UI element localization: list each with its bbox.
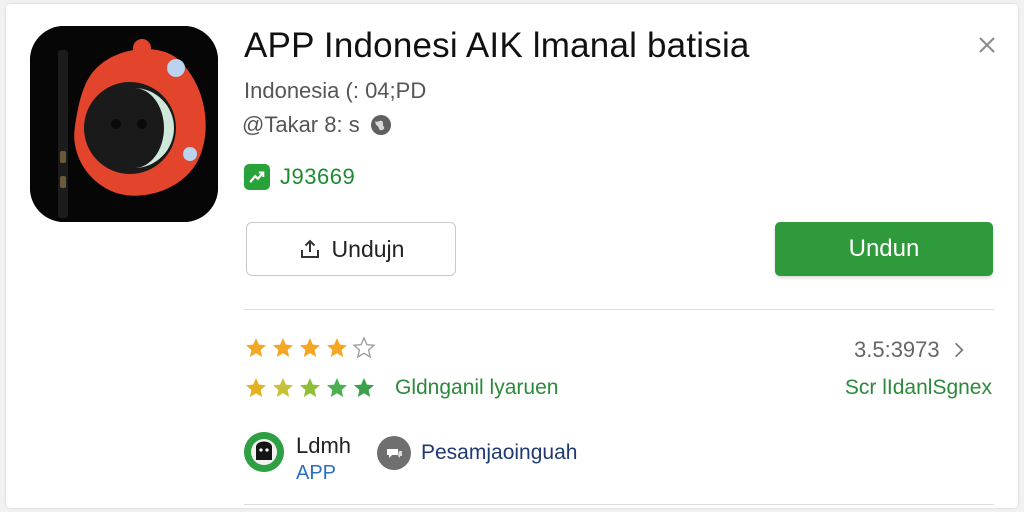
developer-sub: APP	[296, 462, 337, 484]
ratings-details-link[interactable]: Scr lIdanlSgnex	[845, 376, 992, 400]
rating-stars	[244, 336, 376, 360]
avatar	[244, 432, 284, 472]
app-logo-icon	[30, 26, 218, 222]
upload-icon	[300, 239, 319, 258]
bottom-divider	[244, 504, 994, 505]
developer-name: Ldmh	[296, 433, 352, 458]
secondary-download-label: Undujn	[331, 235, 405, 262]
rating-caption: Gldnganil lyaruen	[395, 376, 559, 399]
rating-count-link[interactable]: 3.5:3973	[854, 337, 964, 363]
star-filled-icon	[246, 338, 266, 357]
app-title: APP Indonesi AIK lmanal batisia	[244, 26, 750, 65]
star-filled-icon	[327, 338, 347, 357]
app-meta-text: @Takar 8: s	[242, 112, 360, 137]
close-icon	[979, 37, 995, 53]
star-filled-icon	[273, 378, 293, 397]
star-filled-icon	[327, 378, 347, 397]
message-icon	[377, 436, 411, 470]
close-button[interactable]	[972, 30, 1002, 60]
app-badge: J93669	[244, 164, 355, 190]
badge-text: J93669	[280, 164, 356, 189]
app-meta: @Takar 8: s	[242, 112, 392, 138]
message-button[interactable]: Pesamjaoinguah	[377, 436, 577, 470]
message-label: Pesamjaoinguah	[421, 441, 578, 464]
star-filled-icon	[354, 378, 374, 397]
primary-download-button[interactable]: Undun	[775, 222, 993, 276]
trend-icon	[244, 164, 270, 190]
secondary-download-button[interactable]: Undujn	[246, 222, 456, 276]
app-subtitle: Indonesia (: 04;PD	[244, 78, 427, 103]
star-filled-icon	[300, 338, 320, 357]
developer-info[interactable]: Ldmh APP	[244, 432, 351, 486]
primary-download-label: Undun	[848, 235, 920, 262]
star-empty-icon	[352, 336, 376, 359]
globe-icon	[370, 115, 391, 135]
rating-stars-secondary: Gldnganil lyaruen	[244, 376, 558, 400]
chevron-right-icon	[954, 342, 964, 358]
rating-count: 3.5:3973	[854, 337, 940, 362]
app-card: APP Indonesi AIK lmanal batisia Indonesi…	[6, 4, 1018, 508]
star-filled-icon	[273, 338, 293, 357]
star-filled-icon	[300, 378, 320, 397]
divider	[244, 309, 994, 310]
star-filled-icon	[246, 378, 266, 397]
